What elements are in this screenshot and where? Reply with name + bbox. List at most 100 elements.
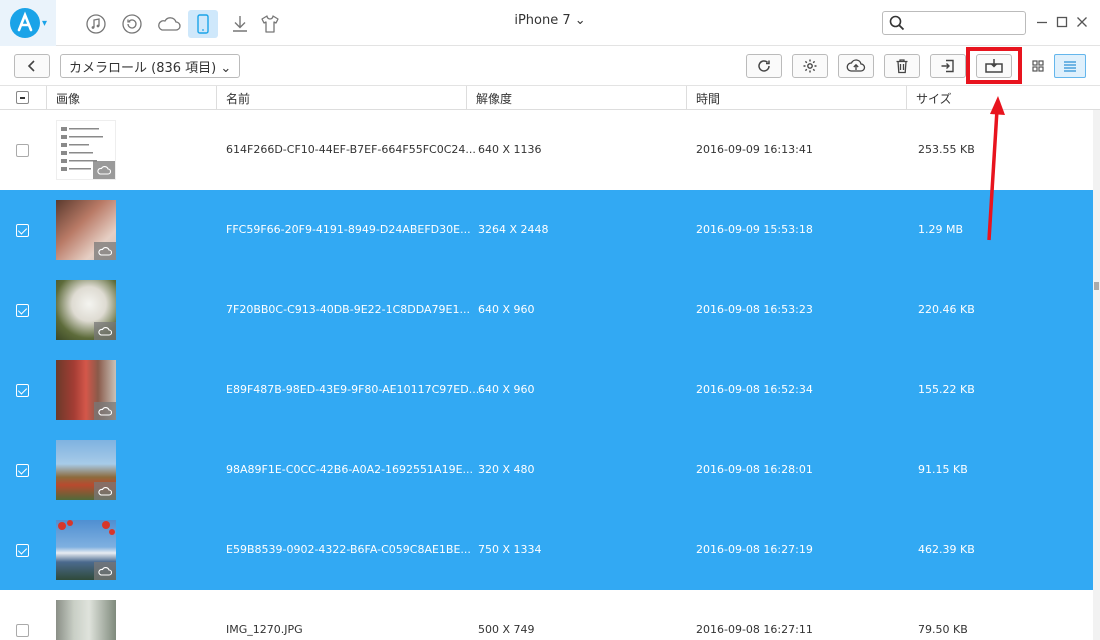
table-row[interactable]: IMG_1270.JPG 500 X 749 2016-09-08 16:27:… [0, 590, 1093, 640]
title-bar: ▾ iPhone 7 ⌄ [0, 0, 1100, 46]
table-row[interactable]: E89F487B-98ED-43E9-9F80-AE10117C97ED... … [0, 350, 1093, 430]
row-size: 1.29 MB [918, 223, 964, 236]
photo-thumbnail [56, 280, 116, 340]
cloud-icon [94, 482, 116, 500]
row-resolution: 320 X 480 [478, 463, 535, 476]
annotation-highlight-box [966, 47, 1022, 84]
row-resolution: 640 X 1136 [478, 143, 542, 156]
row-checkbox[interactable] [16, 224, 29, 237]
row-checkbox[interactable] [16, 464, 29, 477]
column-header-time[interactable]: 時間 [696, 90, 720, 107]
delete-button[interactable] [884, 54, 920, 78]
refresh-button[interactable] [746, 54, 782, 78]
column-header-resolution[interactable]: 解像度 [476, 90, 512, 107]
grid-view-button[interactable] [1022, 54, 1054, 78]
device-name-dropdown[interactable]: iPhone 7 ⌄ [500, 13, 600, 28]
row-time: 2016-09-09 16:13:41 [696, 143, 813, 156]
row-time: 2016-09-08 16:27:11 [696, 623, 813, 636]
row-time: 2016-09-08 16:28:01 [696, 463, 813, 476]
table-row[interactable]: 614F266D-CF10-44EF-B7EF-664F55FC0C24... … [0, 110, 1093, 190]
column-header-size[interactable]: サイズ [916, 90, 952, 107]
photo-thumbnail [56, 360, 116, 420]
table-row[interactable]: FFC59F66-20F9-4191-8949-D24ABEFD30E... 3… [0, 190, 1093, 270]
trash-icon [896, 59, 908, 74]
row-size: 91.15 KB [918, 463, 968, 476]
app-logo[interactable]: ▾ [0, 0, 56, 46]
search-icon [889, 15, 905, 35]
row-name: FFC59F66-20F9-4191-8949-D24ABEFD30E... [226, 223, 471, 236]
row-resolution: 640 X 960 [478, 303, 535, 316]
album-dropdown[interactable]: カメラロール (836 項目) ⌄ [60, 54, 241, 78]
icloud-icon[interactable] [154, 10, 184, 38]
list-icon [1064, 61, 1076, 72]
cloud-upload-icon [846, 59, 866, 72]
row-size: 253.55 KB [918, 143, 975, 156]
row-checkbox[interactable] [16, 544, 29, 557]
row-resolution: 640 X 960 [478, 383, 535, 396]
row-checkbox[interactable] [16, 304, 29, 317]
scrollbar-thumb[interactable] [1094, 282, 1099, 290]
toolbar: カメラロール (836 項目) ⌄ [0, 46, 1100, 86]
cloud-icon [93, 161, 115, 179]
cloud-icon [94, 562, 116, 580]
cloud-icon [94, 242, 116, 260]
list-view-button[interactable] [1054, 54, 1086, 78]
back-button[interactable] [14, 54, 50, 78]
photo-thumbnail [56, 600, 116, 640]
row-size: 79.50 KB [918, 623, 968, 636]
device-icon[interactable] [188, 10, 218, 38]
close-icon[interactable] [1074, 14, 1090, 30]
row-resolution: 750 X 1334 [478, 543, 542, 556]
row-checkbox[interactable] [16, 384, 29, 397]
settings-button[interactable] [792, 54, 828, 78]
column-header-name[interactable]: 名前 [226, 90, 250, 107]
row-size: 155.22 KB [918, 383, 975, 396]
upload-button[interactable] [838, 54, 874, 78]
refresh-icon [758, 60, 770, 72]
photo-thumbnail [56, 120, 116, 180]
row-name: 614F266D-CF10-44EF-B7EF-664F55FC0C24... [226, 143, 476, 156]
maximize-icon[interactable] [1054, 14, 1070, 30]
row-name: E59B8539-0902-4322-B6FA-C059C8AE1BE... [226, 543, 471, 556]
table-header: 画像 名前 解像度 時間 サイズ [0, 86, 1100, 110]
cloud-icon [94, 322, 116, 340]
column-divider [466, 86, 467, 110]
photo-thumbnail [56, 520, 116, 580]
cloud-icon [94, 402, 116, 420]
gear-icon [803, 59, 817, 73]
row-size: 462.39 KB [918, 543, 975, 556]
select-all-checkbox[interactable] [16, 91, 29, 104]
restore-icon[interactable] [118, 10, 146, 38]
row-checkbox[interactable] [16, 624, 29, 637]
row-resolution: 3264 X 2448 [478, 223, 549, 236]
vertical-scrollbar[interactable] [1093, 110, 1100, 640]
music-icon[interactable] [82, 10, 110, 38]
photo-thumbnail [56, 440, 116, 500]
app-logo-icon [10, 8, 40, 38]
chevron-left-icon [27, 60, 35, 72]
photo-thumbnail [56, 200, 116, 260]
table-row[interactable]: 7F20BB0C-C913-40DB-9E22-1C8DDA79E1... 64… [0, 270, 1093, 350]
column-divider [216, 86, 217, 110]
row-name: 7F20BB0C-C913-40DB-9E22-1C8DDA79E1... [226, 303, 470, 316]
table-row[interactable]: 98A89F1E-C0CC-42B6-A0A2-1692551A19E... 3… [0, 430, 1093, 510]
row-size: 220.46 KB [918, 303, 975, 316]
search-input[interactable] [882, 11, 1026, 35]
column-divider [906, 86, 907, 110]
row-time: 2016-09-08 16:53:23 [696, 303, 813, 316]
grid-icon [1032, 60, 1044, 72]
row-checkbox[interactable] [16, 144, 29, 157]
annotation-arrow [987, 96, 1005, 241]
column-header-image[interactable]: 画像 [56, 90, 80, 107]
column-divider [46, 86, 47, 110]
row-time: 2016-09-08 16:52:34 [696, 383, 813, 396]
indeterminate-icon [20, 97, 25, 99]
table-row[interactable]: E59B8539-0902-4322-B6FA-C059C8AE1BE... 7… [0, 510, 1093, 590]
import-button[interactable] [930, 54, 966, 78]
row-name: E89F487B-98ED-43E9-9F80-AE10117C97ED... [226, 383, 480, 396]
tshirt-icon[interactable] [256, 10, 284, 38]
chevron-down-icon: ▾ [42, 18, 48, 29]
download-icon[interactable] [226, 10, 254, 38]
row-resolution: 500 X 749 [478, 623, 535, 636]
minimize-icon[interactable] [1034, 14, 1050, 30]
